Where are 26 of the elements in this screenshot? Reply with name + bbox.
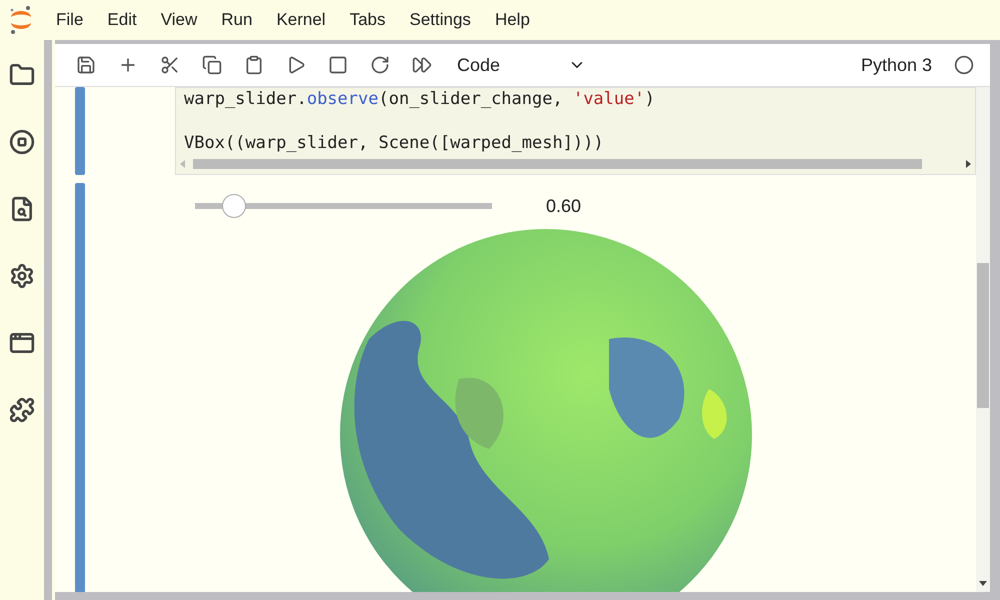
logo-icon xyxy=(8,5,34,35)
menu-item[interactable]: Run xyxy=(209,4,264,36)
puzzle-icon[interactable] xyxy=(9,397,35,423)
scrollbar-thumb[interactable] xyxy=(977,263,989,408)
code-editor[interactable]: warp_slider.observe(on_slider_change, 'value') VBox((warp_slider, Scene([warped_mesh]))) xyxy=(175,87,976,175)
cell-type-dropdown[interactable]: Code xyxy=(453,54,590,76)
menu-item[interactable]: File xyxy=(44,4,96,36)
scroll-down-icon[interactable] xyxy=(979,581,987,586)
document-search-icon[interactable] xyxy=(9,196,35,222)
menu-item[interactable]: Kernel xyxy=(264,4,338,36)
menu-item[interactable]: Tabs xyxy=(338,4,398,36)
code-line: warp_slider.observe(on_slider_change, 'value') xyxy=(183,88,656,110)
menu-item[interactable]: View xyxy=(148,4,210,36)
code-line: VBox((warp_slider, Scene([warped_mesh]))) xyxy=(183,132,605,154)
menu-item[interactable]: Settings xyxy=(398,4,483,36)
slider-thumb[interactable] xyxy=(222,194,246,218)
scrollbar-thumb[interactable] xyxy=(193,159,922,169)
window-icon[interactable] xyxy=(9,330,35,356)
kernel-name[interactable]: Python 3 xyxy=(860,54,932,76)
menu-item[interactable]: Edit xyxy=(95,4,149,36)
menu-item[interactable]: Help xyxy=(482,4,542,36)
scroll-right-icon[interactable] xyxy=(966,160,971,168)
stop-circle-icon[interactable] xyxy=(9,129,35,155)
folder-icon[interactable] xyxy=(9,62,35,88)
slider-value: 0.60 xyxy=(546,196,582,216)
gears-icon[interactable] xyxy=(9,263,35,289)
